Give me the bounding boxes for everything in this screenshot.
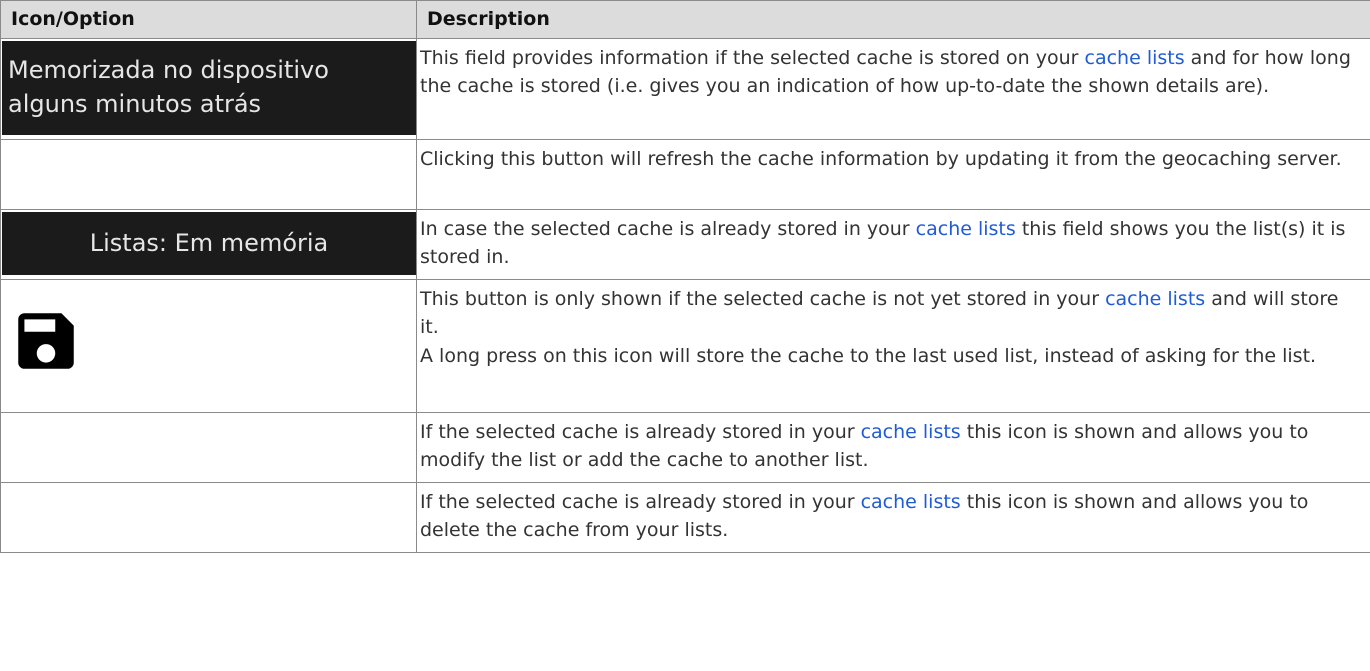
icon-cell-empty bbox=[0, 481, 417, 553]
description-text: In case the selected cache is already st… bbox=[420, 217, 916, 240]
stored-status-line2: alguns minutos atrás bbox=[8, 89, 262, 118]
table-row: Memorizada no dispositivo alguns minutos… bbox=[0, 37, 1370, 140]
header-icon-option: Icon/Option bbox=[0, 0, 417, 39]
cache-lists-link[interactable]: cache lists bbox=[861, 421, 961, 443]
description-cell: Clicking this button will refresh the ca… bbox=[416, 138, 1370, 210]
table-header-row: Icon/Option Description bbox=[0, 0, 1370, 39]
description-text: Clicking this button will refresh the ca… bbox=[420, 147, 1342, 170]
description-cell: This field provides information if the s… bbox=[416, 37, 1370, 140]
table-row: If the selected cache is already stored … bbox=[0, 481, 1370, 553]
cache-lists-link[interactable]: cache lists bbox=[1085, 47, 1185, 69]
description-text: This field provides information if the s… bbox=[420, 46, 1085, 69]
description-cell: If the selected cache is already stored … bbox=[416, 481, 1370, 553]
icon-cell: Listas: Em memória bbox=[0, 208, 417, 280]
cache-lists-link[interactable]: cache lists bbox=[861, 491, 961, 513]
save-icon-wrap bbox=[1, 304, 416, 387]
description-text: A long press on this icon will store the… bbox=[420, 344, 1317, 367]
lists-chip: Listas: Em memória bbox=[2, 211, 416, 275]
table-row: Clicking this button will refresh the ca… bbox=[0, 138, 1370, 210]
stored-status-chip: Memorizada no dispositivo alguns minutos… bbox=[2, 40, 416, 135]
icon-cell bbox=[0, 278, 417, 413]
table-row: If the selected cache is already stored … bbox=[0, 411, 1370, 483]
cache-lists-link[interactable]: cache lists bbox=[916, 218, 1016, 240]
options-table: Icon/Option Description Memorizada no di… bbox=[0, 0, 1370, 553]
icon-cell: Memorizada no dispositivo alguns minutos… bbox=[0, 37, 417, 140]
description-cell: This button is only shown if the selecte… bbox=[416, 278, 1370, 413]
table-row: Listas: Em memória In case the selected … bbox=[0, 208, 1370, 280]
cache-lists-link[interactable]: cache lists bbox=[1105, 288, 1205, 310]
save-icon bbox=[18, 313, 74, 369]
description-text: This button is only shown if the selecte… bbox=[420, 287, 1106, 310]
stored-status-line1: Memorizada no dispositivo bbox=[8, 55, 329, 84]
header-description: Description bbox=[416, 0, 1370, 39]
description-cell: If the selected cache is already stored … bbox=[416, 411, 1370, 483]
description-text: If the selected cache is already stored … bbox=[420, 490, 861, 513]
lists-chip-label: Listas: Em memória bbox=[89, 229, 329, 257]
icon-cell-empty bbox=[0, 411, 417, 483]
description-cell: In case the selected cache is already st… bbox=[416, 208, 1370, 280]
description-text: If the selected cache is already stored … bbox=[420, 420, 861, 443]
icon-cell-empty bbox=[0, 138, 417, 210]
table-row: This button is only shown if the selecte… bbox=[0, 278, 1370, 413]
